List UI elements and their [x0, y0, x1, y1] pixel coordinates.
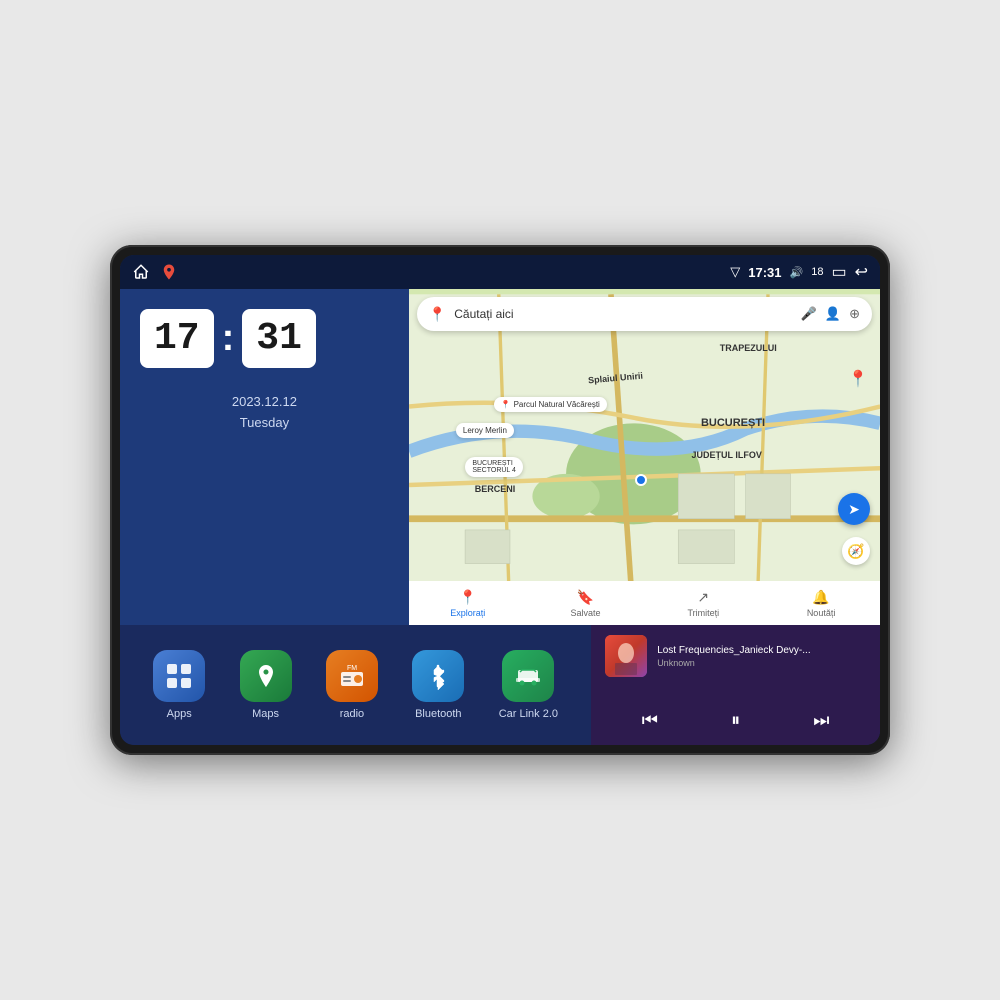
music-panel: Lost Frequencies_Janieck Devy-... Unknow…: [591, 625, 880, 745]
car-display-device: ▽ 17:31 🔊 18 ▭ ↩ 17 : 31 2023.12.12 Tues…: [110, 245, 890, 755]
apps-icon-wrapper: [153, 650, 205, 702]
user-location-dot: [635, 474, 647, 486]
app-item-apps[interactable]: Apps: [153, 650, 205, 720]
music-thumbnail-inner: [605, 635, 647, 677]
bluetooth-icon: [424, 662, 452, 690]
music-text: Lost Frequencies_Janieck Devy-... Unknow…: [657, 645, 866, 668]
maps-status-icon[interactable]: [160, 263, 178, 281]
map-label-berceni: BERCENI: [475, 484, 516, 494]
share-label: Trimiteți: [687, 608, 719, 618]
map-bottom-nav: 📍 Explorați 🔖 Salvate ↗ Trimiteți 🔔: [409, 581, 880, 625]
apps-grid-icon: [165, 662, 193, 690]
app-item-bluetooth[interactable]: Bluetooth: [412, 650, 464, 720]
explore-label: Explorați: [450, 608, 485, 618]
news-label: Noutăți: [807, 608, 836, 618]
carlink-icon-wrapper: [502, 650, 554, 702]
music-prev-button[interactable]: ⏮: [634, 706, 666, 735]
compass-button[interactable]: 🧭: [842, 537, 870, 565]
back-icon[interactable]: ↩: [855, 262, 868, 282]
status-bar: ▽ 17:31 🔊 18 ▭ ↩: [120, 255, 880, 289]
mic-icon[interactable]: 🎤: [801, 306, 817, 322]
music-info: Lost Frequencies_Janieck Devy-... Unknow…: [605, 635, 866, 677]
saved-icon: 🔖: [577, 589, 594, 606]
day-value: Tuesday: [140, 413, 389, 434]
account-icon[interactable]: 👤: [825, 306, 841, 322]
share-icon: ↗: [697, 589, 709, 606]
news-icon: 🔔: [812, 589, 829, 606]
volume-level: 18: [811, 266, 823, 278]
signal-icon: ▽: [730, 264, 740, 280]
apps-label: Apps: [167, 708, 192, 720]
maps-icon: [252, 662, 280, 690]
music-thumbnail: [605, 635, 647, 677]
saved-label: Salvate: [570, 608, 600, 618]
apps-panel: Apps Maps: [120, 625, 591, 745]
map-label-bucuresti: BUCUREȘTI: [701, 417, 765, 429]
carlink-icon: [514, 662, 542, 690]
music-title: Lost Frequencies_Janieck Devy-...: [657, 645, 866, 656]
maps-label: Maps: [252, 708, 279, 720]
clock-hours: 17: [140, 309, 214, 368]
clock-minutes: 31: [242, 309, 316, 368]
layers-icon[interactable]: ⊕: [849, 306, 860, 322]
map-nav-saved[interactable]: 🔖 Salvate: [527, 589, 645, 618]
explore-icon: 📍: [459, 589, 476, 606]
music-artist: Unknown: [657, 658, 866, 668]
music-play-button[interactable]: ⏸: [723, 706, 748, 735]
svg-text:FM: FM: [347, 665, 357, 672]
main-content: 17 : 31 2023.12.12 Tuesday: [120, 289, 880, 625]
map-search-bar[interactable]: 📍 Căutați aici 🎤 👤 ⊕: [417, 297, 872, 331]
map-search-pin-icon: 📍: [429, 306, 446, 323]
app-item-maps[interactable]: Maps: [240, 650, 292, 720]
park-chip[interactable]: 📍 Parcul Natural Văcărești: [494, 397, 607, 412]
radio-icon-wrapper: FM: [326, 650, 378, 702]
map-nav-explore[interactable]: 📍 Explorați: [409, 589, 527, 618]
compass-icon: 🧭: [847, 543, 864, 560]
map-search-actions: 🎤 👤 ⊕: [801, 306, 860, 322]
bluetooth-label: Bluetooth: [415, 708, 461, 720]
radio-icon: FM: [338, 662, 366, 690]
map-label-ilfov: JUDEȚUL ILFOV: [692, 450, 762, 460]
map-nav-share[interactable]: ↗ Trimiteți: [644, 589, 762, 618]
battery-icon: ▭: [831, 262, 846, 282]
device-screen: ▽ 17:31 🔊 18 ▭ ↩ 17 : 31 2023.12.12 Tues…: [120, 255, 880, 745]
app-item-carlink[interactable]: Car Link 2.0: [499, 650, 558, 720]
clock-widget: 17 : 31: [140, 309, 389, 368]
music-next-button[interactable]: ⏭: [805, 706, 837, 735]
clock-colon: :: [222, 309, 235, 368]
date-value: 2023.12.12: [140, 392, 389, 413]
bluetooth-icon-wrapper: [412, 650, 464, 702]
map-nav-news[interactable]: 🔔 Noutăți: [762, 589, 880, 618]
bottom-section: Apps Maps: [120, 625, 880, 745]
map-label-trapezului: TRAPEZULUI: [720, 343, 777, 353]
map-search-text: Căutați aici: [454, 307, 513, 321]
leroy-chip[interactable]: Leroy Merlin: [456, 423, 514, 438]
radio-label: radio: [340, 708, 364, 720]
app-item-radio[interactable]: FM radio: [326, 650, 378, 720]
map-panel[interactable]: Google 📍 Căutați aici 🎤 👤 ⊕ BUCUREȘTI: [409, 289, 880, 625]
carlink-label: Car Link 2.0: [499, 708, 558, 720]
music-album-art: [605, 635, 647, 677]
navigate-button[interactable]: ➤: [838, 493, 870, 525]
music-controls: ⏮ ⏸ ⏭: [605, 706, 866, 735]
home-icon[interactable]: [132, 263, 150, 281]
status-left-icons: [132, 263, 178, 281]
volume-icon: 🔊: [790, 266, 804, 279]
sector4-chip: BUCUREȘTISECTORUL 4: [465, 457, 523, 477]
date-display: 2023.12.12 Tuesday: [140, 392, 389, 434]
status-right-icons: ▽ 17:31 🔊 18 ▭ ↩: [730, 262, 868, 282]
map-area[interactable]: Google 📍 Căutați aici 🎤 👤 ⊕ BUCUREȘTI: [409, 289, 880, 625]
left-panel: 17 : 31 2023.12.12 Tuesday: [120, 289, 409, 625]
maps-icon-wrapper: [240, 650, 292, 702]
map-red-pin: 📍: [848, 369, 868, 389]
navigate-icon: ➤: [848, 501, 860, 518]
status-time: 17:31: [748, 265, 781, 280]
